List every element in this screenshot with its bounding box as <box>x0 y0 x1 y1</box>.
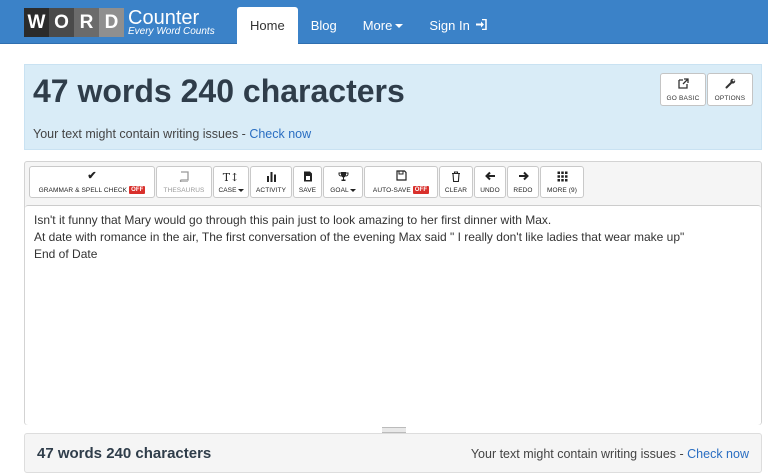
thesaurus-button[interactable]: THESAURUS <box>156 166 212 198</box>
nav-signin-label: Sign In <box>429 18 470 33</box>
go-basic-button[interactable]: GO BASIC <box>660 73 706 106</box>
activity-button[interactable]: ACTIVITY <box>250 166 292 198</box>
external-link-icon <box>677 77 689 92</box>
clear-label: CLEAR <box>444 186 468 194</box>
sign-in-icon <box>475 18 487 33</box>
editor-line: At date with romance in the air, The fir… <box>34 230 685 244</box>
nav-home[interactable]: Home <box>237 7 298 44</box>
logo-subtitle: Every Word Counts <box>128 26 215 37</box>
issues-text: Your text might contain writing issues - <box>33 127 250 141</box>
thesaurus-label: THESAURUS <box>163 186 205 194</box>
bar-chart-icon <box>266 171 277 184</box>
auto-save-label: AUTO-SAVE <box>372 186 411 194</box>
options-button[interactable]: OPTIONS <box>707 73 753 106</box>
grammar-label-wrap: GRAMMAR & SPELL CHECK OFF <box>39 186 146 194</box>
case-label-wrap: CASE <box>218 186 244 194</box>
caret-down-icon <box>349 188 356 192</box>
grammar-check-button[interactable]: ✔ GRAMMAR & SPELL CHECK OFF <box>29 166 155 198</box>
check-icon: ✔ <box>87 170 97 182</box>
trophy-icon <box>338 171 349 184</box>
floppy-icon <box>395 170 407 183</box>
editor-line: End of Date <box>34 247 98 261</box>
goal-label-wrap: GOAL <box>330 186 356 194</box>
undo-button[interactable]: UNDO <box>474 166 506 198</box>
options-label: OPTIONS <box>714 94 746 102</box>
summary-panel: 47 words 240 characters Your text might … <box>24 64 762 150</box>
save-file-icon <box>303 171 313 184</box>
editor-panel: ✔ GRAMMAR & SPELL CHECK OFF THESAURUS T↕ … <box>24 161 762 433</box>
logo-letter: W <box>24 8 49 37</box>
view-buttons: GO BASIC OPTIONS <box>659 73 753 106</box>
redo-label: REDO <box>513 186 533 194</box>
auto-save-button[interactable]: AUTO-SAVE OFF <box>364 166 438 198</box>
logo-title: Counter <box>128 7 200 29</box>
check-now-link[interactable]: Check now <box>249 127 311 141</box>
editor-toolbar: ✔ GRAMMAR & SPELL CHECK OFF THESAURUS T↕ … <box>29 166 585 198</box>
wordcounter-logo[interactable]: W O R D Counter Every Word Counts <box>24 7 215 38</box>
logo-letter: O <box>49 8 74 37</box>
text-height-icon: T↕ <box>222 170 240 184</box>
case-label: CASE <box>218 186 237 194</box>
nav-more-label: More <box>362 18 393 33</box>
wrench-icon <box>725 78 736 92</box>
more-tools-button[interactable]: MORE (9) <box>540 166 584 198</box>
save-label: SAVE <box>298 186 317 194</box>
arrow-left-icon <box>484 171 496 184</box>
more-tools-label: MORE (9) <box>546 186 578 194</box>
nav-signin[interactable]: Sign In <box>416 7 499 44</box>
go-basic-label: GO BASIC <box>666 94 700 102</box>
logo-letter: R <box>74 8 99 37</box>
autosave-label-wrap: AUTO-SAVE OFF <box>372 186 430 194</box>
main-nav: Home Blog More Sign In <box>237 7 500 44</box>
grid-icon <box>557 171 568 184</box>
footer-issues-text: Your text might contain writing issues - <box>470 447 688 461</box>
redo-button[interactable]: REDO <box>507 166 539 198</box>
footer-issues-notice: Your text might contain writing issues -… <box>471 447 749 461</box>
caret-down-icon <box>395 23 404 28</box>
nav-more[interactable]: More <box>350 7 417 44</box>
arrow-right-icon <box>518 171 529 184</box>
undo-label: UNDO <box>480 186 500 194</box>
clear-button[interactable]: CLEAR <box>439 166 473 198</box>
grammar-label: GRAMMAR & SPELL CHECK <box>38 186 128 194</box>
trash-icon <box>451 170 461 184</box>
caret-down-icon <box>237 188 244 192</box>
case-button[interactable]: T↕ CASE <box>213 166 249 198</box>
word-character-count: 47 words 240 characters <box>33 73 405 109</box>
text-editor[interactable]: Isn't it funny that Mary would go throug… <box>25 205 761 425</box>
save-button[interactable]: SAVE <box>293 166 322 198</box>
footer-check-now-link[interactable]: Check now <box>687 447 749 461</box>
top-navbar: W O R D Counter Every Word Counts Home B… <box>0 0 768 44</box>
writing-issues-notice: Your text might contain writing issues -… <box>33 127 311 141</box>
logo-text: Counter Every Word Counts <box>128 8 215 37</box>
logo-tiles: W O R D <box>24 8 124 37</box>
grammar-off-badge: OFF <box>129 186 146 194</box>
footer-summary-bar: 47 words 240 characters Your text might … <box>24 433 762 473</box>
activity-label: ACTIVITY <box>255 186 287 194</box>
goal-button[interactable]: GOAL <box>323 166 363 198</box>
nav-blog[interactable]: Blog <box>298 7 350 44</box>
goal-label: GOAL <box>330 186 349 194</box>
auto-save-off-badge: OFF <box>412 186 430 194</box>
book-icon <box>179 170 189 184</box>
logo-letter: D <box>99 8 124 37</box>
footer-word-count: 47 words 240 characters <box>37 445 212 462</box>
editor-line: Isn't it funny that Mary would go throug… <box>34 213 552 227</box>
